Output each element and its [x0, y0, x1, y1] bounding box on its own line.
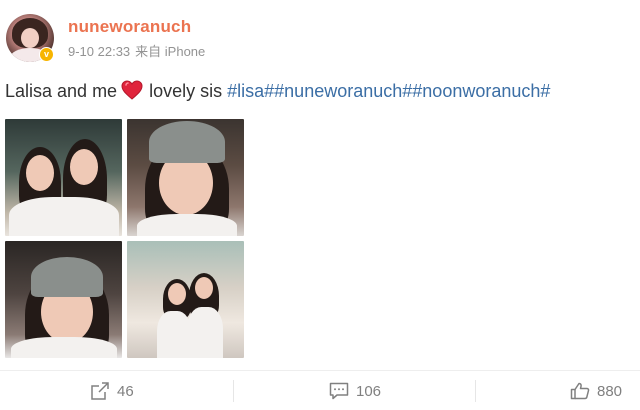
- photo-shirt: [9, 197, 119, 236]
- divider: [475, 380, 476, 402]
- comment-button[interactable]: 106: [329, 371, 381, 410]
- username-link[interactable]: nuneworanuch: [68, 17, 191, 37]
- post-actions-bar: 46 106 880: [0, 370, 640, 410]
- like-count: 880: [597, 382, 623, 400]
- hashtag-noonworanuch[interactable]: #noonworanuch#: [412, 81, 550, 101]
- comment-count: 106: [356, 382, 382, 400]
- photo-shirt: [157, 311, 191, 358]
- comment-icon: [329, 382, 349, 400]
- share-icon: [91, 382, 109, 400]
- post-meta: 9-10 22:33 来自 iPhone: [68, 41, 205, 60]
- hashtag-nuneworanuch[interactable]: #nuneworanuch#: [274, 81, 412, 101]
- photo-face: [70, 149, 98, 185]
- post-text-middle: lovely sis: [149, 81, 223, 101]
- avatar-face: [21, 28, 39, 48]
- photo-beanie: [31, 257, 103, 297]
- heart-icon: [121, 80, 143, 105]
- post-image-3[interactable]: [5, 241, 122, 358]
- photo-shirt: [11, 337, 117, 358]
- post-image-1[interactable]: [5, 119, 122, 236]
- post-time[interactable]: 9-10 22:33: [68, 44, 130, 59]
- photo-shirt: [187, 307, 223, 358]
- photo-face: [195, 277, 213, 299]
- share-count: 46: [117, 382, 134, 400]
- post-image-4[interactable]: [127, 241, 244, 358]
- photo-shirt: [137, 214, 237, 236]
- photo-face: [26, 155, 54, 191]
- post-source: 来自 iPhone: [135, 44, 206, 59]
- divider: [233, 380, 234, 402]
- post-image-2[interactable]: [127, 119, 244, 236]
- photo-face: [168, 283, 186, 305]
- thumbs-up-icon: [570, 382, 590, 400]
- photo-beanie: [149, 121, 225, 163]
- post-text-prefix: Lalisa and me: [5, 81, 118, 101]
- share-button[interactable]: 46: [90, 371, 134, 410]
- post-text: Lalisa and me lovely sis #lisa##nuneworan…: [5, 80, 550, 105]
- hashtag-lisa[interactable]: #lisa#: [227, 81, 274, 101]
- like-button[interactable]: 880: [570, 371, 622, 410]
- verified-badge-icon: v: [39, 47, 54, 62]
